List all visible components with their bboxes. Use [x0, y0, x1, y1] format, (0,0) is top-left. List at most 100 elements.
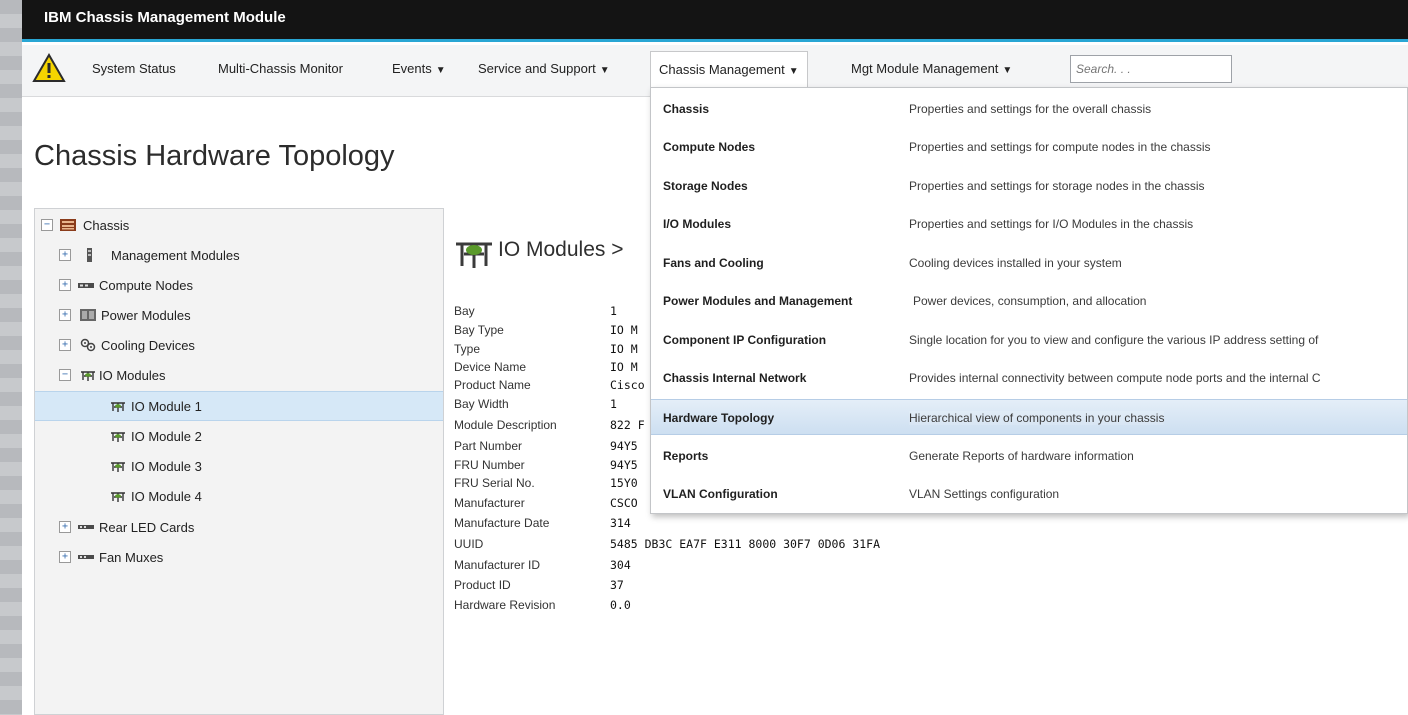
- property-value: 1: [610, 304, 617, 318]
- tree-item-io-module-3[interactable]: IO Module 3: [35, 452, 443, 482]
- tree-item-power-modules[interactable]: + Power Modules: [35, 301, 443, 331]
- dropdown-item-vlan-configuration[interactable]: VLAN Configuration VLAN Settings configu…: [651, 476, 1407, 512]
- property-key: Part Number: [454, 439, 523, 453]
- expand-icon[interactable]: +: [59, 309, 71, 321]
- io-module-icon: [81, 371, 95, 381]
- chassis-icon: [60, 219, 76, 231]
- expand-icon[interactable]: +: [59, 339, 71, 351]
- property-value: 15Y0: [610, 476, 638, 490]
- property-value: 822 F: [610, 418, 645, 432]
- property-value: IO M: [610, 323, 638, 337]
- property-value: IO M: [610, 342, 638, 356]
- chevron-down-icon: ▼: [788, 66, 799, 77]
- expand-icon[interactable]: +: [59, 279, 71, 291]
- tree-item-label: Chassis: [83, 218, 130, 233]
- tree-item-label: IO Module 3: [131, 459, 202, 474]
- menu-chassis-management[interactable]: Chassis Management ▼: [650, 51, 808, 91]
- dropdown-item-description: Generate Reports of hardware information: [909, 449, 1134, 463]
- property-key: Product ID: [454, 578, 511, 592]
- property-key: FRU Number: [454, 458, 525, 472]
- dropdown-item-label: Chassis: [663, 102, 710, 116]
- chevron-down-icon: ▼: [435, 65, 446, 76]
- dropdown-item-fans-and-cooling[interactable]: Fans and Cooling Cooling devices install…: [651, 245, 1407, 281]
- menu-service-and-support-label: Service and Support: [478, 61, 596, 76]
- property-key: Type: [454, 342, 481, 356]
- menu-system-status[interactable]: System Status: [92, 61, 176, 76]
- tree-item-label: IO Module 1: [131, 399, 202, 414]
- dropdown-item-hardware-topology[interactable]: Hardware Topology Hierarchical view of c…: [651, 399, 1407, 435]
- property-key: Module Description: [454, 418, 557, 432]
- property-key: Bay: [454, 304, 475, 318]
- io-module-icon: [111, 432, 125, 442]
- app-window: IBM Chassis Management Module System Sta…: [22, 0, 1408, 715]
- search-input[interactable]: [1070, 55, 1232, 83]
- dropdown-item-description: VLAN Settings configuration: [909, 487, 1060, 501]
- dropdown-item-label: VLAN Configuration: [663, 487, 778, 501]
- tree-item-compute-nodes[interactable]: + Compute Nodes: [35, 271, 443, 301]
- menu-events[interactable]: Events ▼: [392, 61, 446, 76]
- tree-item-label: IO Modules: [99, 368, 166, 383]
- property-key: Bay Width: [454, 397, 509, 411]
- tree-item-label: Rear LED Cards: [99, 520, 195, 535]
- topology-tree: − Chassis + Management Modules + Compute…: [34, 208, 444, 715]
- expand-icon[interactable]: +: [59, 249, 71, 261]
- tree-item-cooling-devices[interactable]: + Cooling Devices: [35, 331, 443, 361]
- dropdown-item-component-ip-configuration[interactable]: Component IP Configuration Single locati…: [651, 322, 1407, 358]
- dropdown-item-chassis[interactable]: Chassis Properties and settings for the …: [651, 91, 1407, 127]
- dropdown-item-description: Provides internal connectivity between c…: [909, 371, 1321, 385]
- tree-item-rear-led-cards[interactable]: + Rear LED Cards: [35, 513, 443, 543]
- dropdown-item-description: Properties and settings for compute node…: [909, 140, 1211, 154]
- tree-item-label: Cooling Devices: [101, 338, 195, 353]
- menu-system-status-label: System Status: [92, 61, 176, 76]
- dropdown-item-power-modules-and-management[interactable]: Power Modules and Management Power devic…: [651, 283, 1407, 319]
- tree-item-io-modules[interactable]: − IO Modules: [35, 361, 443, 391]
- collapse-icon[interactable]: −: [59, 369, 71, 381]
- menu-multi-chassis-monitor[interactable]: Multi-Chassis Monitor: [218, 61, 343, 76]
- chassis-management-dropdown: Chassis Properties and settings for the …: [650, 87, 1408, 514]
- dropdown-item-description: Properties and settings for I/O Modules …: [909, 217, 1194, 231]
- property-key: FRU Serial No.: [454, 476, 535, 490]
- property-value: 1: [610, 397, 617, 411]
- io-module-icon: [111, 462, 125, 472]
- dropdown-item-compute-nodes[interactable]: Compute Nodes Properties and settings fo…: [651, 129, 1407, 165]
- property-key: Manufacturer: [454, 496, 525, 510]
- menu-mgt-module-management-label: Mgt Module Management: [851, 61, 999, 76]
- dropdown-item-label: Compute Nodes: [663, 140, 756, 154]
- chevron-down-icon: ▼: [599, 65, 610, 76]
- management-module-icon: [87, 248, 92, 262]
- dropdown-item-storage-nodes[interactable]: Storage Nodes Properties and settings fo…: [651, 168, 1407, 204]
- tree-item-fan-muxes[interactable]: + Fan Muxes: [35, 543, 443, 573]
- menu-mgt-module-management[interactable]: Mgt Module Management ▼: [851, 61, 1012, 76]
- tree-item-io-module-1[interactable]: IO Module 1: [35, 391, 443, 421]
- dropdown-item-reports[interactable]: Reports Generate Reports of hardware inf…: [651, 438, 1407, 474]
- power-module-icon: [80, 309, 96, 321]
- dropdown-item-chassis-internal-network[interactable]: Chassis Internal Network Provides intern…: [651, 360, 1407, 396]
- property-value: 94Y5: [610, 439, 638, 453]
- title-bar: IBM Chassis Management Module: [22, 0, 1408, 42]
- property-key: Hardware Revision: [454, 598, 556, 612]
- collapse-icon[interactable]: −: [41, 219, 53, 231]
- tree-item-management-modules[interactable]: + Management Modules: [35, 241, 443, 271]
- warning-icon[interactable]: [32, 53, 66, 83]
- cooling-icon: [80, 338, 96, 352]
- menu-service-and-support[interactable]: Service and Support ▼: [478, 61, 610, 76]
- expand-icon[interactable]: +: [59, 551, 71, 563]
- dropdown-item-description: Power devices, consumption, and allocati…: [913, 294, 1147, 308]
- property-key: Device Name: [454, 360, 527, 374]
- led-card-icon: [78, 525, 94, 529]
- tree-item-io-module-2[interactable]: IO Module 2: [35, 422, 443, 452]
- property-value: IO M: [610, 360, 638, 374]
- expand-icon[interactable]: +: [59, 521, 71, 533]
- dropdown-item-label: Storage Nodes: [663, 179, 748, 193]
- tree-item-label: Management Modules: [111, 248, 240, 263]
- io-module-icon: [111, 492, 125, 502]
- tree-item-label: IO Module 4: [131, 489, 202, 504]
- property-value: 314: [610, 516, 631, 530]
- dropdown-item-description: Cooling devices installed in your system: [909, 256, 1122, 270]
- tree-item-chassis[interactable]: − Chassis: [35, 211, 443, 241]
- dropdown-item-description: Hierarchical view of components in your …: [909, 411, 1165, 425]
- dropdown-item-io-modules[interactable]: I/O Modules Properties and settings for …: [651, 206, 1407, 242]
- tree-item-io-module-4[interactable]: IO Module 4: [35, 482, 443, 512]
- dropdown-item-label: Fans and Cooling: [663, 256, 764, 270]
- property-key: Manufacture Date: [454, 516, 550, 530]
